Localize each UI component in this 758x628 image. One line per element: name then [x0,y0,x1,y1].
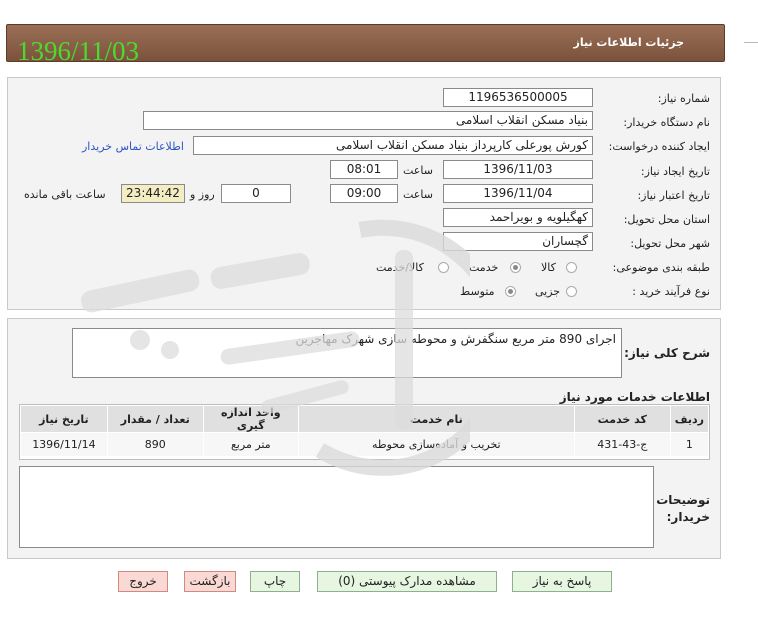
buyer-notes-label: توضیحات خریدار: [656,493,710,524]
category-goods-radio[interactable] [566,262,577,273]
validity-time-label: ساعت [403,188,433,201]
cell-quantity: 890 [106,432,204,457]
remaining-label: ساعت باقی مانده [24,188,106,201]
buyer-notes-textarea[interactable] [19,466,654,548]
view-attachments-button[interactable]: مشاهده مدارک پیوستی (0) [317,571,497,592]
cell-service-name: تخریب و آماده‌سازی محوطه [297,432,575,457]
validity-date-field[interactable]: 1396/11/04 [443,184,593,203]
table-header-row: ردیف کد خدمت نام خدمت واحد اندازه گیری ت… [20,405,710,433]
services-table: ردیف کد خدمت نام خدمت واحد اندازه گیری ت… [19,404,710,460]
created-time-field[interactable]: 08:01 [330,160,398,179]
category-both-radio[interactable] [438,262,449,273]
process-minor-radio[interactable] [566,286,577,297]
requester-label: ایجاد کننده درخواست: [608,140,710,153]
process-type-label: نوع فرآیند خرید : [632,285,710,298]
column-header-need-date: تاریخ نیاز [20,405,108,433]
print-button[interactable]: چاپ [250,571,300,592]
province-field[interactable]: کهگیلویه و بویراحمد [443,208,593,227]
created-date-label: تاریخ ایجاد نیاز: [640,165,710,178]
description-textarea[interactable]: اجرای 890 متر مربع سنگفرش و محوطه سازی ش… [72,328,622,378]
buyer-contact-link[interactable]: اطلاعات تماس خریدار [82,140,184,153]
column-header-service-name: نام خدمت [297,405,575,433]
column-header-quantity: تعداد / مقدار [106,405,204,433]
category-service-radio[interactable] [510,262,521,273]
province-label: استان محل تحویل: [623,213,710,226]
cell-row-number: 1 [669,432,710,457]
services-section-title: اطلاعات خدمات مورد نیاز [559,390,710,404]
buyer-org-field[interactable]: بنیاد مسکن انقلاب اسلامی [143,111,593,130]
description-label: شرح کلی نیاز: [624,346,710,360]
category-both-label: کالا/خدمت [376,261,424,274]
created-date-field[interactable]: 1396/11/03 [443,160,593,179]
remaining-days-field[interactable]: 0 [221,184,291,203]
title-bar: 1396/11/03 جزئیات اطلاعات نیاز [6,24,725,66]
back-button[interactable]: بازگشت [184,571,236,592]
cell-service-code: ج-43-431 [573,432,671,457]
page-title: جزئیات اطلاعات نیاز [573,36,685,49]
validity-date-label: تاریخ اعتبار نیاز: [637,189,710,202]
column-header-service-code: کد خدمت [573,405,671,433]
days-label: روز و [190,188,215,201]
need-number-label: شماره نیاز: [657,92,710,105]
process-medium-label: متوسط [460,285,495,298]
buyer-org-label: نام دستگاه خریدار: [623,116,710,129]
validity-time-field[interactable]: 09:00 [330,184,398,203]
category-goods-label: کالا [541,261,556,274]
process-medium-radio[interactable] [505,286,516,297]
date-stamp: 1396/11/03 [17,36,140,66]
category-label: طبقه بندی موضوعی: [612,261,710,274]
created-time-label: ساعت [403,164,433,177]
table-row[interactable]: 1 ج-43-431 تخریب و آماده‌سازی محوطه متر … [20,432,710,457]
exit-button[interactable]: خروج [118,571,168,592]
need-number-field[interactable]: 1196536500005 [443,88,593,107]
divider [744,42,758,43]
column-header-row-number: ردیف [669,405,710,433]
cell-need-date: 1396/11/14 [20,432,108,457]
city-field[interactable]: گچساران [443,232,593,251]
column-header-unit: واحد اندازه گیری [202,405,299,433]
remaining-time-field: 23:44:42 [121,184,185,203]
cell-unit: متر مربع [202,432,299,457]
requester-field[interactable]: کورش پورعلی کارپرداز بنیاد مسکن انقلاب ا… [193,136,593,155]
category-service-label: خدمت [469,261,499,274]
reply-to-need-button[interactable]: پاسخ به نیاز [512,571,612,592]
process-minor-label: جزیی [535,285,561,298]
city-label: شهر محل تحویل: [630,237,710,250]
